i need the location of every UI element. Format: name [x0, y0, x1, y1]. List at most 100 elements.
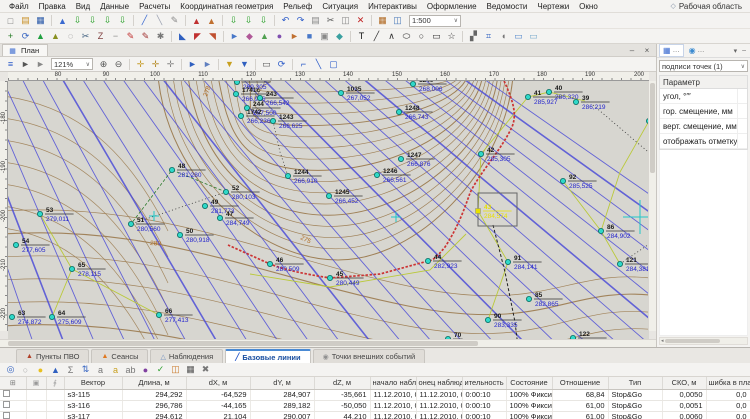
survey-point[interactable] [396, 109, 401, 114]
swap-icon[interactable]: ⇅ [79, 363, 92, 376]
rotate-icon[interactable]: ⟳ [19, 30, 32, 43]
survey-point[interactable] [485, 317, 490, 322]
table-row[interactable]: s3-116296,786-44,165289,182-50,05011.12.… [0, 400, 750, 411]
export-xml-icon[interactable]: ⇩ [227, 14, 240, 27]
table-header[interactable]: Вектор [64, 377, 122, 389]
obj-h-icon[interactable]: ◆ [333, 30, 346, 43]
diagonal-icon[interactable]: ╲ [312, 58, 325, 71]
window2-icon[interactable]: ◫ [169, 363, 182, 376]
map-vertical-scrollbar[interactable] [648, 81, 656, 331]
export-mif-icon[interactable]: ⇩ [257, 14, 270, 27]
rect-icon[interactable]: ▭ [430, 30, 443, 43]
grid-icon[interactable]: ▦ [184, 363, 197, 376]
line-icon[interactable]: ╱ [370, 30, 383, 43]
survey-point[interactable] [546, 89, 551, 94]
menu-item-1[interactable]: Файл [4, 2, 34, 11]
sum-icon[interactable]: Σ [64, 363, 77, 376]
copy-icon[interactable]: ◫ [339, 14, 352, 27]
menu-item-9[interactable]: Интерактивы [363, 2, 422, 11]
zoom-out-icon[interactable]: ⊖ [112, 58, 125, 71]
find-icon[interactable]: ◎ [4, 363, 17, 376]
tri-red-icon[interactable]: ◤ [191, 30, 204, 43]
import-xml-icon[interactable]: ⇩ [71, 14, 84, 27]
bottom-tab-2[interactable]: ▲Сеансы [91, 349, 148, 363]
panel-minimize-button[interactable]: ‒ [740, 47, 748, 54]
filter-yellow-icon[interactable]: ▼ [223, 58, 236, 71]
cut-icon[interactable]: ✂ [324, 14, 337, 27]
parameter-row[interactable]: верт. смещение, мм [660, 119, 747, 134]
menu-item-10[interactable]: Оформление [422, 2, 482, 11]
add-point-icon[interactable]: + [4, 30, 17, 43]
obj-e-icon[interactable]: ► [288, 30, 301, 43]
redo-icon[interactable]: ↷ [294, 14, 307, 27]
cursor-a-icon[interactable]: ► [186, 58, 199, 71]
survey-point[interactable] [617, 261, 622, 266]
survey-point[interactable] [374, 172, 379, 177]
survey-point[interactable] [327, 275, 332, 280]
cursor-b-icon[interactable]: ► [201, 58, 214, 71]
parameter-value[interactable] [737, 134, 747, 148]
tag-c-icon[interactable]: ab [124, 363, 137, 376]
pan-next-icon[interactable]: ✛ [164, 58, 177, 71]
obj-g-icon[interactable]: ▣ [318, 30, 331, 43]
selected-point[interactable] [476, 209, 481, 214]
circle-icon[interactable]: ○ [415, 30, 428, 43]
bottom-tab-1[interactable]: ▲Пункты ПВО [16, 349, 89, 363]
survey-point[interactable] [49, 314, 54, 319]
row-checkbox[interactable] [3, 390, 10, 397]
region-icon[interactable]: ◖ [497, 30, 510, 43]
survey-point[interactable] [13, 242, 18, 247]
parameter-value[interactable] [737, 89, 747, 103]
pan-prev-icon[interactable]: ✛ [149, 58, 162, 71]
menu-item-4[interactable]: Данные [95, 2, 134, 11]
obj-d-icon[interactable]: ● [273, 30, 286, 43]
save-icon[interactable]: ▦ [34, 14, 47, 27]
minimize-button[interactable]: ‒ [626, 46, 638, 55]
survey-point[interactable] [202, 203, 207, 208]
tri-orange-icon[interactable]: ◥ [206, 30, 219, 43]
parameter-row[interactable]: отображать отметку [660, 134, 747, 149]
pin-olive-icon[interactable]: ▲ [49, 30, 62, 43]
menu-item-7[interactable]: Рельеф [278, 2, 317, 11]
callout2-icon[interactable]: ▭ [527, 30, 540, 43]
table-header[interactable]: Отношение [552, 377, 608, 389]
new-doc-icon[interactable]: □ [4, 14, 17, 27]
survey-point[interactable] [9, 314, 14, 319]
marker-orange-icon[interactable]: ▲ [205, 14, 218, 27]
survey-point[interactable] [525, 94, 530, 99]
table-header-icon-col[interactable]: ⊞ [0, 377, 26, 389]
callout-icon[interactable]: ▭ [512, 30, 525, 43]
survey-point[interactable] [573, 99, 578, 104]
scale-select[interactable]: 1:500∨ [409, 15, 461, 27]
tools-icon[interactable]: ✖ [199, 363, 212, 376]
tab-plan[interactable]: ▦ План [2, 44, 48, 56]
layers-icon[interactable]: ≡ [4, 58, 17, 71]
import-xyz-icon[interactable]: ⇩ [101, 14, 114, 27]
survey-point[interactable] [425, 258, 430, 263]
panel-tab-params[interactable]: ▦… [659, 44, 684, 57]
scales-icon[interactable]: ▲ [49, 363, 62, 376]
group-icon[interactable]: ⌗ [482, 30, 495, 43]
snap-arc-icon[interactable]: ╲ [153, 14, 166, 27]
menu-item-12[interactable]: Чертежи [532, 2, 574, 11]
survey-point[interactable] [233, 91, 238, 96]
survey-point[interactable] [505, 259, 510, 264]
rect-select-icon[interactable]: ▢ [327, 58, 340, 71]
pencil-red-icon[interactable]: ✎ [124, 30, 137, 43]
window-icon[interactable]: ◫ [391, 14, 404, 27]
clip-icon[interactable]: ✂ [79, 30, 92, 43]
survey-point[interactable] [223, 189, 228, 194]
tri-blue-icon[interactable]: ◣ [176, 30, 189, 43]
polygon-icon[interactable]: ☆ [445, 30, 458, 43]
table-header[interactable]: ительность наб [462, 377, 506, 389]
tag-b-icon[interactable]: a [109, 363, 122, 376]
import-point-icon[interactable]: ▲ [56, 14, 69, 27]
workspace-icon[interactable]: ▦ [376, 14, 389, 27]
pin-green-icon[interactable]: ▲ [34, 30, 47, 43]
corner-icon[interactable]: ⌐ [297, 58, 310, 71]
bottom-tab-4[interactable]: ╱Базовые линии [225, 349, 310, 363]
paste-icon[interactable]: ▤ [309, 14, 322, 27]
bulb-on-icon[interactable]: ● [34, 363, 47, 376]
survey-point[interactable] [267, 261, 272, 266]
parameter-value[interactable] [737, 119, 747, 133]
